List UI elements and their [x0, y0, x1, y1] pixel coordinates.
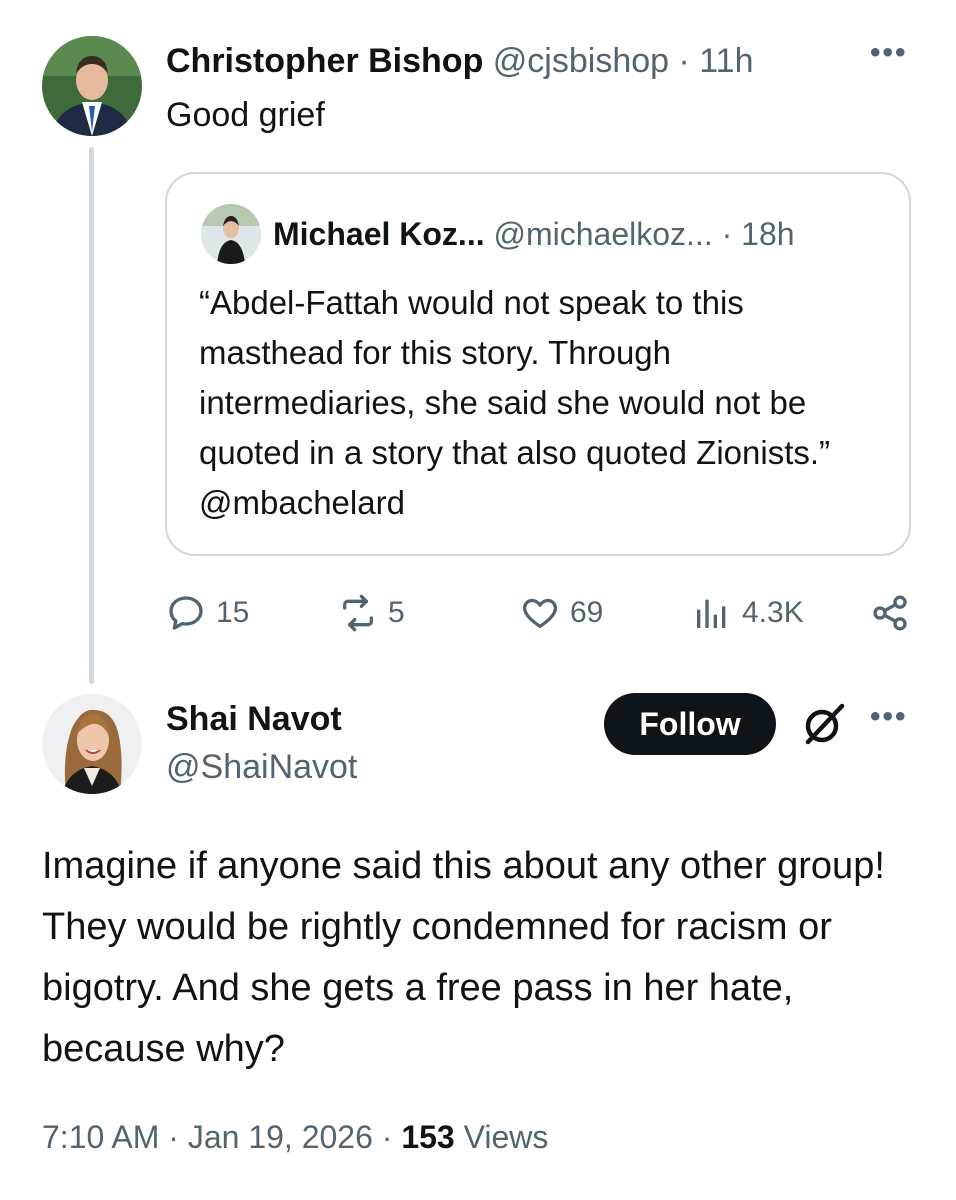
more-options-icon[interactable]: •••	[870, 700, 908, 734]
quoted-tweet-time[interactable]: 18h	[741, 216, 794, 252]
tweet-time[interactable]: 11h	[699, 42, 753, 80]
reply-author-name[interactable]: Shai Navot	[166, 698, 342, 740]
separator: ·	[721, 216, 733, 252]
tweet-date[interactable]: Jan 19, 2026	[188, 1119, 373, 1155]
parent-tweet-header: Christopher Bishop @cjsbishop · 11h	[166, 38, 754, 84]
repost-button[interactable]: 5	[338, 590, 405, 636]
avatar-christopher-bishop[interactable]	[42, 36, 142, 136]
tweet-time[interactable]: 7:10 AM	[42, 1119, 159, 1155]
follow-button[interactable]: Follow	[604, 693, 776, 755]
tweet-text: Good grief	[166, 96, 325, 134]
reply-count: 15	[216, 596, 250, 629]
analytics-icon	[697, 599, 726, 628]
separator: ·	[381, 1119, 393, 1155]
like-count: 69	[570, 596, 604, 629]
quoted-author-name[interactable]: Michael Koz...	[273, 216, 485, 252]
quoted-tweet-card[interactable]: Michael Koz... @michaelkoz... · 18h “Abd…	[165, 172, 911, 556]
avatar-michael-koz	[201, 204, 261, 264]
repost-count: 5	[388, 596, 405, 629]
repost-icon	[343, 594, 373, 632]
quoted-tweet-text: “Abdel-Fattah would not speak to this ma…	[199, 284, 831, 521]
separator: ·	[678, 42, 690, 80]
thread-line	[89, 147, 94, 684]
reply-tweet-text: Imagine if anyone said this about any ot…	[42, 845, 885, 1070]
separator: ·	[168, 1119, 179, 1155]
quoted-author-handle[interactable]: @michaelkoz...	[493, 216, 712, 252]
tweet-views-count: 153	[401, 1119, 455, 1155]
views-count: 4.3K	[742, 596, 804, 629]
comment-icon	[169, 596, 203, 630]
share-button[interactable]	[870, 590, 920, 636]
grok-icon[interactable]	[800, 700, 848, 748]
heart-icon	[522, 598, 558, 628]
quoted-tweet-header: Michael Koz... @michaelkoz... · 18h	[273, 212, 795, 256]
views-button[interactable]: 4.3K	[692, 590, 804, 636]
reply-tweet-meta: 7:10 AM · Jan 19, 2026 · 153 Views	[42, 1114, 548, 1160]
tweet-views-label: Views	[463, 1119, 549, 1155]
share-icon	[873, 595, 907, 631]
author-handle[interactable]: @cjsbishop	[493, 42, 669, 80]
more-options-icon[interactable]: •••	[870, 36, 908, 70]
like-button[interactable]: 69	[520, 590, 603, 636]
reply-author-handle[interactable]: @ShaiNavot	[166, 746, 357, 788]
avatar-shai-navot[interactable]	[42, 694, 142, 794]
reply-button[interactable]: 15	[166, 590, 249, 636]
author-name[interactable]: Christopher Bishop	[166, 42, 483, 80]
